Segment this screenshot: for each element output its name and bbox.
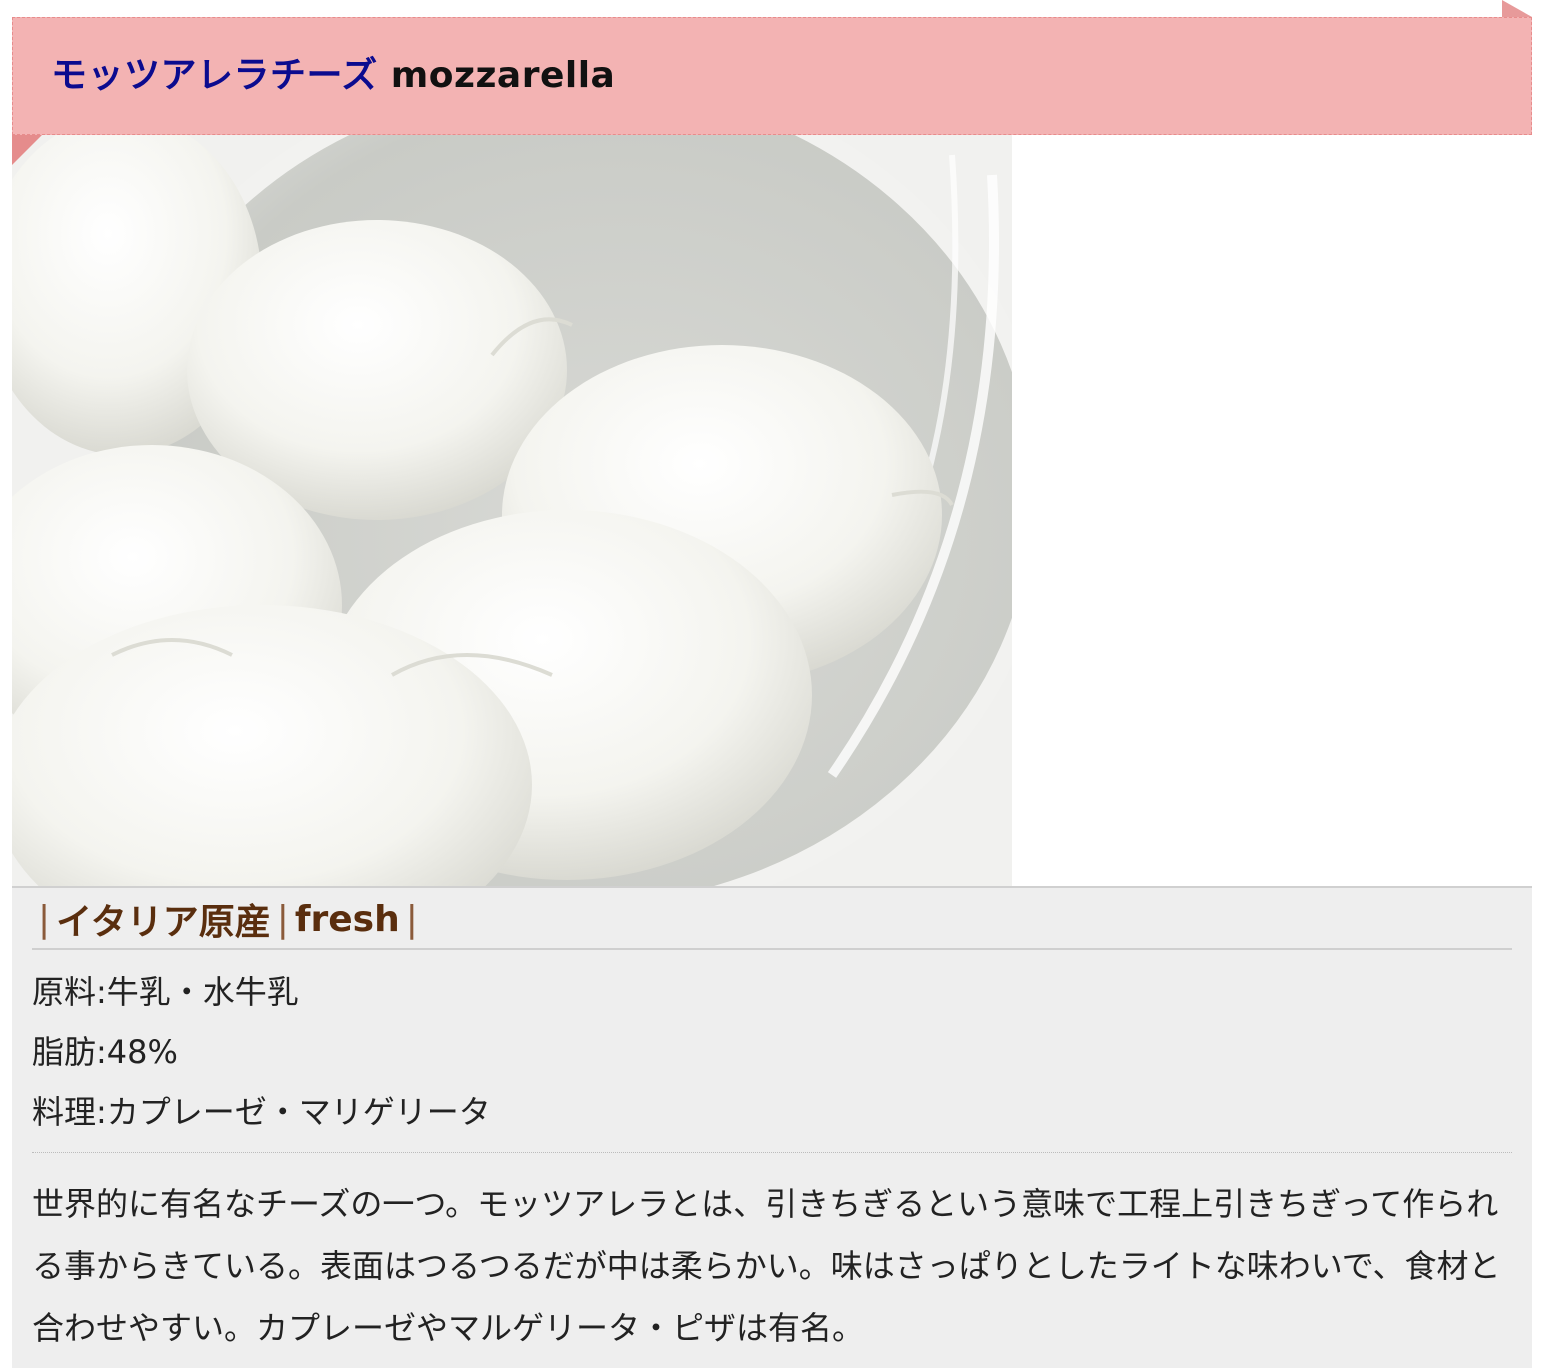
spec-row-dishes: 料理:カプレーゼ・マリゲリータ xyxy=(32,1084,1512,1144)
cheese-photo xyxy=(12,135,1012,886)
spec-colon: : xyxy=(96,1093,107,1131)
spec-value: 牛乳・水牛乳 xyxy=(106,973,299,1011)
title-english-text: mozzarella xyxy=(390,55,616,96)
spec-row-ingredients: 原料:牛乳・水牛乳 xyxy=(32,964,1512,1024)
tag-separator: | xyxy=(38,898,51,940)
title-japanese: モッツアレラチーズ xyxy=(51,55,378,96)
spec-value: カプレーゼ・マリゲリータ xyxy=(106,1093,491,1131)
tag-type: fresh xyxy=(294,898,400,940)
ribbon-fold-top-right xyxy=(1502,0,1532,17)
heading-ribbon: モッツアレラチーズ mozzarella xyxy=(12,17,1532,135)
cheese-info-box: | イタリア原産 | fresh | 原料:牛乳・水牛乳 脂肪:48% 料理:カ… xyxy=(12,886,1532,1368)
spec-label: 脂肪 xyxy=(32,1033,97,1071)
spec-label: 料理 xyxy=(32,1093,97,1131)
spec-colon: : xyxy=(96,973,107,1011)
title-english: mozzarella xyxy=(391,55,616,96)
description: 世界的に有名なチーズの一つ。モッツアレラとは、引きちぎるという意味で工程上引きち… xyxy=(32,1185,1501,1347)
page-title: モッツアレラチーズ mozzarella xyxy=(51,58,615,94)
spec-list: 原料:牛乳・水牛乳 脂肪:48% 料理:カプレーゼ・マリゲリータ xyxy=(32,950,1512,1153)
spec-value: 48% xyxy=(106,1033,178,1071)
spec-label: 原料 xyxy=(32,973,97,1011)
tag-origin: イタリア原産 xyxy=(56,902,271,943)
tag-separator: | xyxy=(276,898,289,940)
page: モッツアレラチーズ mozzarella | イタリア原産 | fresh | … xyxy=(0,0,1552,1368)
spec-row-fat: 脂肪:48% xyxy=(32,1024,1512,1084)
tag-line: | イタリア原産 | fresh | xyxy=(32,898,1512,950)
tag-separator: | xyxy=(405,898,418,940)
spec-colon: : xyxy=(96,1033,107,1071)
ribbon-fold-bottom-left xyxy=(12,135,42,165)
